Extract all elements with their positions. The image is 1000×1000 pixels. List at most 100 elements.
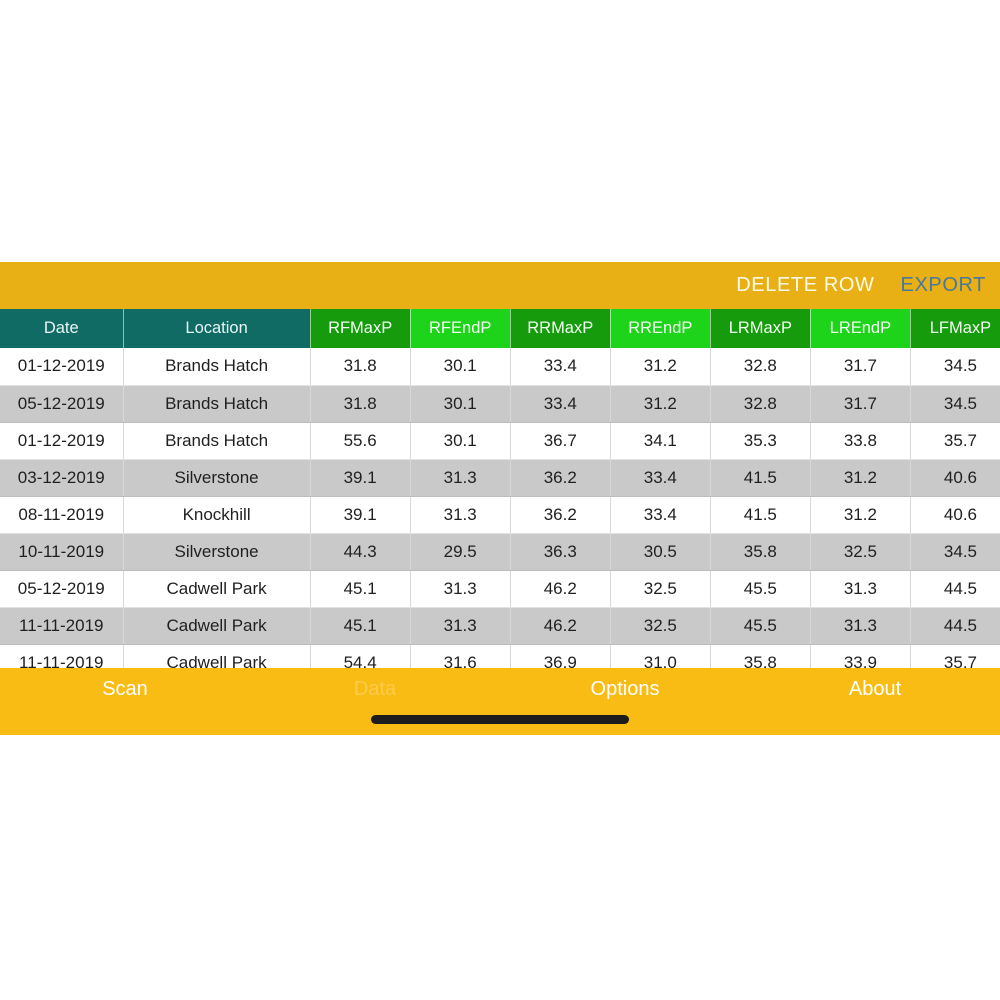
cell-date: 08-11-2019 [0,496,124,534]
cell-lfmaxp: 40.6 [910,459,1000,497]
pressure-data-table: Date Location RFMaxP RFEndP RRMaxP RREndP LRMa… [0,309,1000,682]
cell-lrmaxp: 32.8 [710,348,811,386]
column-header-rrmaxp[interactable]: RRMaxP [510,309,611,348]
cell-location: Brands Hatch [123,348,311,386]
cell-rrendp: 34.1 [610,422,711,460]
cell-lrendp: 33.8 [810,422,911,460]
cell-lfmaxp: 44.5 [910,570,1000,608]
cell-date: 05-12-2019 [0,570,124,608]
cell-rrmaxp: 36.2 [510,496,611,534]
table-row[interactable]: 03-12-2019 Silverstone 39.1 31.3 36.2 33.4 41.… [0,459,1000,497]
cell-lrendp: 31.3 [810,570,911,608]
cell-rfmaxp: 39.1 [310,459,411,497]
cell-rrendp: 31.2 [610,348,711,386]
cell-lrmaxp: 35.8 [710,533,811,571]
cell-rfmaxp: 31.8 [310,385,411,423]
cell-rfendp: 30.1 [410,348,511,386]
cell-rrendp: 33.4 [610,459,711,497]
tab-scan[interactable]: Scan [0,668,250,710]
cell-rfmaxp: 31.8 [310,348,411,386]
cell-lfmaxp: 34.5 [910,348,1000,386]
cell-rfmaxp: 55.6 [310,422,411,460]
cell-lrmaxp: 35.3 [710,422,811,460]
cell-rrmaxp: 46.2 [510,570,611,608]
column-header-lrmaxp[interactable]: LRMaxP [710,309,811,348]
column-header-rfendp[interactable]: RFEndP [410,309,511,348]
column-header-lfmaxp[interactable]: LFMaxP [910,309,1000,348]
cell-date: 11-11-2019 [0,607,124,645]
cell-rfmaxp: 45.1 [310,607,411,645]
cell-location: Brands Hatch [123,385,311,423]
cell-date: 01-12-2019 [0,422,124,460]
cell-lrmaxp: 32.8 [710,385,811,423]
cell-rrmaxp: 46.2 [510,607,611,645]
app-screen: DELETE ROW EXPORT Date Location RFMaxP RFEn… [0,262,1000,735]
table-row[interactable]: 11-11-2019 Cadwell Park 45.1 31.3 46.2 32.5 45… [0,607,1000,645]
cell-location: Silverstone [123,533,311,571]
cell-date: 05-12-2019 [0,385,124,423]
cell-rfendp: 29.5 [410,533,511,571]
cell-lrendp: 32.5 [810,533,911,571]
cell-lrendp: 31.7 [810,385,911,423]
cell-location: Cadwell Park [123,607,311,645]
tab-about[interactable]: About [750,668,1000,710]
cell-rfendp: 31.3 [410,570,511,608]
cell-rfendp: 30.1 [410,385,511,423]
cell-rfmaxp: 44.3 [310,533,411,571]
table-row[interactable]: 10-11-2019 Silverstone 44.3 29.5 36.3 30.5 35.… [0,533,1000,571]
action-bar: DELETE ROW EXPORT [0,262,1000,309]
cell-rfmaxp: 45.1 [310,570,411,608]
table-header: Date Location RFMaxP RFEndP RRMaxP RREndP LRMa… [0,309,1000,348]
cell-lrmaxp: 41.5 [710,496,811,534]
tab-data[interactable]: Data [250,668,500,710]
cell-lrmaxp: 45.5 [710,607,811,645]
column-header-date[interactable]: Date [0,309,124,348]
cell-rrmaxp: 33.4 [510,348,611,386]
cell-rrendp: 32.5 [610,607,711,645]
bottom-tab-bar: Scan Data Options About [0,668,1000,735]
column-header-rrendp[interactable]: RREndP [610,309,711,348]
cell-rrmaxp: 33.4 [510,385,611,423]
cell-lrmaxp: 45.5 [710,570,811,608]
cell-lfmaxp: 34.5 [910,385,1000,423]
table-row[interactable]: 05-12-2019 Cadwell Park 45.1 31.3 46.2 32.5 45… [0,570,1000,608]
table-row[interactable]: 05-12-2019 Brands Hatch 31.8 30.1 33.4 31.2 32… [0,385,1000,423]
table-body: 01-12-2019 Brands Hatch 31.8 30.1 33.4 31.2 32… [0,348,1000,682]
column-header-rfmaxp[interactable]: RFMaxP [310,309,411,348]
cell-location: Cadwell Park [123,570,311,608]
cell-rfendp: 31.3 [410,607,511,645]
tab-options[interactable]: Options [500,668,750,710]
table-row[interactable]: 08-11-2019 Knockhill 39.1 31.3 36.2 33.4 41.5 3… [0,496,1000,534]
cell-rrmaxp: 36.7 [510,422,611,460]
column-header-location[interactable]: Location [123,309,311,348]
cell-lfmaxp: 35.7 [910,422,1000,460]
table-row[interactable]: 01-12-2019 Brands Hatch 55.6 30.1 36.7 34.1 35… [0,422,1000,460]
cell-lfmaxp: 44.5 [910,607,1000,645]
cell-rfendp: 31.3 [410,496,511,534]
cell-rrmaxp: 36.2 [510,459,611,497]
column-header-lrendp[interactable]: LREndP [810,309,911,348]
export-button[interactable]: EXPORT [901,274,986,297]
cell-date: 01-12-2019 [0,348,124,386]
cell-lrendp: 31.7 [810,348,911,386]
cell-rfendp: 30.1 [410,422,511,460]
cell-rrendp: 32.5 [610,570,711,608]
table-header-row: Date Location RFMaxP RFEndP RRMaxP RREndP LRMa… [0,309,1000,348]
cell-location: Brands Hatch [123,422,311,460]
app-frame: DELETE ROW EXPORT Date Location RFMaxP RFEn… [0,0,1000,1000]
table-row[interactable]: 01-12-2019 Brands Hatch 31.8 30.1 33.4 31.2 32… [0,348,1000,386]
cell-rrendp: 33.4 [610,496,711,534]
cell-location: Silverstone [123,459,311,497]
cell-lrendp: 31.3 [810,607,911,645]
cell-lrendp: 31.2 [810,459,911,497]
cell-lrendp: 31.2 [810,496,911,534]
cell-location: Knockhill [123,496,311,534]
delete-row-button[interactable]: DELETE ROW [736,274,874,297]
cell-rrmaxp: 36.3 [510,533,611,571]
cell-rfmaxp: 39.1 [310,496,411,534]
cell-lfmaxp: 40.6 [910,496,1000,534]
cell-date: 10-11-2019 [0,533,124,571]
cell-lrmaxp: 41.5 [710,459,811,497]
cell-lfmaxp: 34.5 [910,533,1000,571]
cell-rrendp: 30.5 [610,533,711,571]
